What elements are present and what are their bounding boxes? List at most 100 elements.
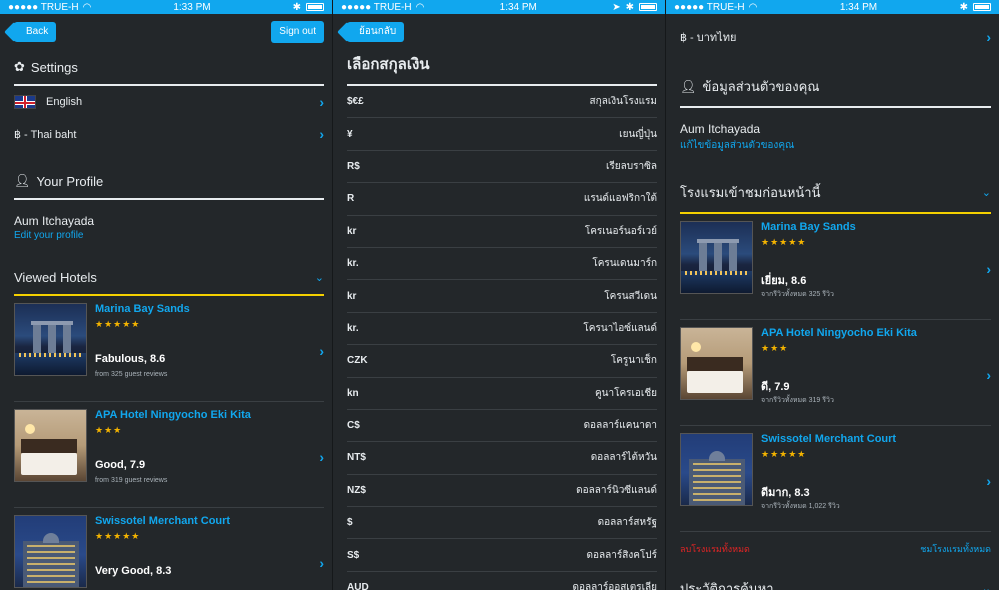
hotel-rating: Very Good, 8.3 (95, 565, 172, 577)
currency-option[interactable]: NT$ ดอลลาร์ไต้หวัน (347, 442, 657, 475)
hotel-rating: เยี่ยม, 8.6 (761, 275, 807, 287)
currency-name: ดอลลาร์ไต้หวัน (590, 452, 657, 464)
currency-row[interactable]: ฿ - Thai baht › (14, 118, 324, 150)
currency-option[interactable]: C$ ดอลลาร์แคนาดา (347, 410, 657, 443)
currency-option[interactable]: CZK โครูนาเช็ก (347, 345, 657, 378)
bluetooth-icon: ✱ (292, 1, 301, 13)
hotel-thumbnail (680, 433, 753, 506)
viewed-hotels-header[interactable]: โรงแรมเข้าชมก่อนหน้านี้ ⌄ (680, 173, 991, 214)
hotel-card[interactable]: Marina Bay Sands ★★★★★ เยี่ยม, 8.6 จากรี… (680, 214, 991, 320)
hotel-card[interactable]: APA Hotel Ningyocho Eki Kita ★★★ ดี, 7.9… (680, 320, 991, 426)
currency-list: $€£ สกุลเงินโรงแรม ¥ เยนญี่ปุ่น R$ เรียลบราซิ… (333, 86, 665, 590)
hotel-card[interactable]: Swissotel Merchant Court ★★★★★ Very Good… (14, 508, 324, 590)
gear-icon: ✿ (14, 59, 25, 74)
back-button[interactable]: Back (14, 22, 57, 42)
star-rating: ★★★ (761, 343, 789, 353)
viewed-hotels-title: โรงแรมเข้าชมก่อนหน้านี้ (680, 185, 821, 200)
currency-code: C$ (347, 420, 360, 432)
bluetooth-icon: ✱ (625, 1, 634, 13)
hotel-card[interactable]: Swissotel Merchant Court ★★★★★ ดีมาก, 8.… (680, 426, 991, 532)
currency-option[interactable]: kr. โครนเดนมาร์ก (347, 248, 657, 281)
back-button[interactable]: ย้อนกลับ (347, 22, 405, 42)
panel-settings-th: ●●●●● TRUE-H ◠ 1:34 PM ✱ ฿ - บาทไทย › 👤︎ … (666, 0, 999, 590)
hotel-thumbnail (14, 515, 87, 588)
currency-code: ¥ (347, 128, 353, 140)
chevron-right-icon: › (319, 343, 324, 359)
currency-code: $ (347, 517, 353, 529)
language-row[interactable]: English › (14, 86, 324, 118)
chevron-right-icon: › (986, 367, 991, 383)
settings-title: Settings (30, 59, 78, 75)
chevron-right-icon: › (319, 555, 324, 571)
location-icon: ➤ (612, 1, 621, 13)
currency-option[interactable]: R$ เรียลบราซิล (347, 151, 657, 184)
search-history-header[interactable]: ประวัติการค้นหา ⌄ (680, 566, 991, 590)
currency-row[interactable]: ฿ - บาทไทย › (680, 21, 991, 53)
hotel-rating: ดี, 7.9 (761, 381, 790, 393)
currency-name: เรียลบราซิล (605, 160, 657, 172)
currency-name: เยนญี่ปุ่น (619, 128, 657, 140)
viewed-hotels-header[interactable]: Viewed Hotels ⌄ (14, 261, 324, 296)
sign-out-button[interactable]: Sign out (271, 21, 324, 43)
star-rating: ★★★ (95, 425, 123, 435)
currency-name: แรนด์แอฟริกาใต้ (583, 193, 657, 205)
hotel-list-actions: ลบโรงแรมทั้งหมด ชมโรงแรมทั้งหมด (680, 532, 991, 566)
star-rating: ★★★★★ (95, 319, 141, 329)
person-icon: 👤︎ (680, 78, 697, 94)
currency-option[interactable]: AUD ดอลลาร์ออสเตรเลีย (347, 572, 657, 590)
currency-option[interactable]: kr โครนสวีเดน (347, 280, 657, 313)
battery-icon (305, 3, 324, 11)
profile-title: ข้อมูลส่วนตัวของคุณ (702, 79, 820, 94)
currency-option[interactable]: NZ$ ดอลลาร์นิวซีแลนด์ (347, 475, 657, 508)
currency-option[interactable]: S$ ดอลลาร์สิงคโปร์ (347, 539, 657, 572)
currency-code: kr (347, 225, 357, 237)
currency-code: NT$ (347, 452, 366, 464)
hotel-thumbnail (14, 303, 87, 376)
currency-code: kr (347, 290, 357, 302)
currency-name: ดอลลาร์นิวซีแลนด์ (576, 484, 657, 496)
chevron-right-icon: › (986, 261, 991, 277)
person-icon: 👤︎ (14, 173, 31, 188)
uk-flag-icon (14, 95, 36, 109)
bluetooth-icon: ✱ (959, 1, 968, 13)
profile-header: 👤︎ ข้อมูลส่วนตัวของคุณ (680, 67, 991, 108)
chevron-right-icon: › (986, 29, 991, 45)
chevron-down-icon: ⌄ (981, 187, 991, 199)
currency-name: โครนสวีเดน (604, 290, 657, 302)
currency-code: R (347, 193, 355, 205)
clear-hotels-link[interactable]: ลบโรงแรมทั้งหมด (680, 542, 750, 556)
settings-header: ✿ Settings (14, 50, 324, 86)
hotel-card[interactable]: Marina Bay Sands ★★★★★ Fabulous, 8.6 fro… (14, 296, 324, 402)
see-all-hotels-link[interactable]: ชมโรงแรมทั้งหมด (920, 542, 991, 556)
currency-code: R$ (347, 160, 360, 172)
currency-code: kr. (347, 322, 359, 334)
currency-name: ดอลลาร์แคนาดา (583, 420, 657, 432)
edit-profile-link[interactable]: แก้ไขข้อมูลส่วนตัวของคุณ (680, 138, 991, 153)
carrier-label: ●●●●● TRUE-H (341, 1, 412, 13)
currency-code: NZ$ (347, 484, 366, 496)
profile-title: Your Profile (36, 173, 104, 189)
hotel-reviews: from 325 guest reviews (95, 371, 168, 378)
hotel-name: APA Hotel Ningyocho Eki Kita (761, 327, 917, 339)
currency-option[interactable]: kr. โครนาไอซ์แลนด์ (347, 313, 657, 346)
hotel-rating: Fabulous, 8.6 (95, 353, 166, 365)
page-title: เลือกสกุลเงิน (347, 50, 657, 86)
hotel-card[interactable]: APA Hotel Ningyocho Eki Kita ★★★ Good, 7… (14, 402, 324, 508)
hotel-reviews: จากรีวิวทั้งหมด 325 รีวิว (761, 291, 834, 298)
chevron-down-icon: ⌄ (314, 272, 324, 284)
chevron-down-icon: ⌄ (981, 583, 991, 590)
currency-name: ดอลลาร์สิงคโปร์ (586, 549, 657, 561)
currency-name: คูนาโครเอเชีย (594, 387, 657, 399)
currency-option[interactable]: R แรนด์แอฟริกาใต้ (347, 183, 657, 216)
hotel-thumbnail (680, 327, 753, 400)
currency-code: kn (347, 387, 359, 399)
profile-name: Aum Itchayada (14, 214, 95, 228)
chevron-right-icon: › (986, 473, 991, 489)
currency-option[interactable]: $€£ สกุลเงินโรงแรม (347, 86, 657, 119)
edit-profile-link[interactable]: Edit your profile (14, 230, 324, 241)
currency-option[interactable]: ¥ เยนญี่ปุ่น (347, 118, 657, 151)
currency-option[interactable]: kn คูนาโครเอเชีย (347, 378, 657, 410)
currency-option[interactable]: $ ดอลลาร์สหรัฐ (347, 507, 657, 540)
currency-code: AUD (347, 582, 369, 590)
currency-option[interactable]: kr โครเนอร์นอร์เวย์ (347, 216, 657, 248)
